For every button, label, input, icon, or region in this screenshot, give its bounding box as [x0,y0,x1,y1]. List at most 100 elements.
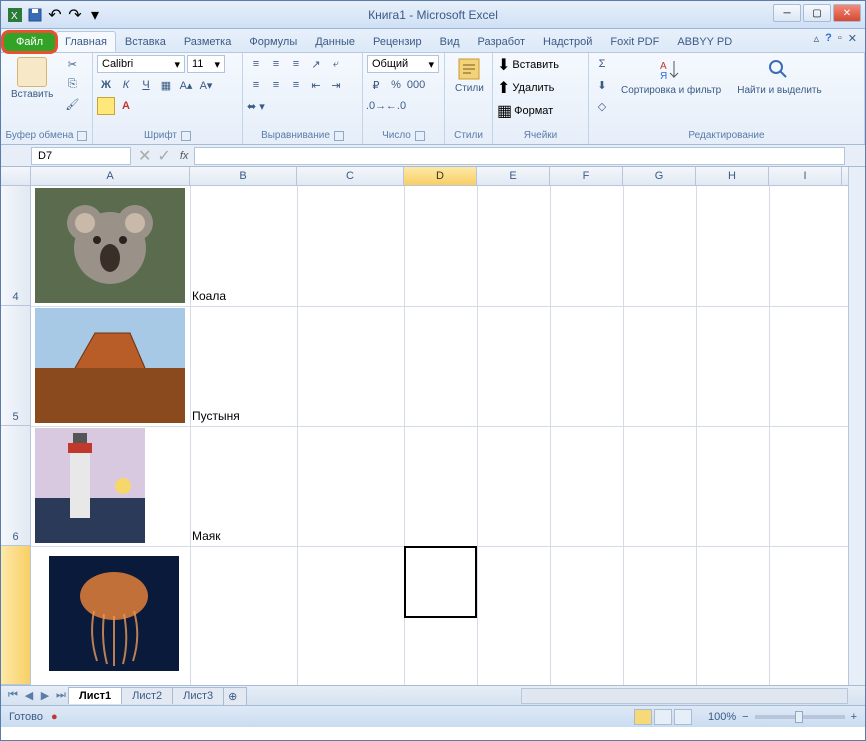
format-cells-button[interactable]: ▦Формат [497,101,553,121]
zoom-out-button[interactable]: − [742,711,748,723]
styles-button[interactable]: Стили [449,55,490,96]
cut-icon[interactable]: ✂ [63,55,81,73]
sheet-nav-last[interactable]: ⏭ [53,688,69,704]
copy-icon[interactable]: ⎘ [63,75,81,93]
align-right-icon[interactable]: ≡ [287,76,305,94]
delete-cells-button[interactable]: ⬆Удалить [497,78,554,98]
minimize-button[interactable]: ─ [773,4,801,22]
decrease-font-icon[interactable]: A▾ [197,76,215,94]
sheet-tab-3[interactable]: Лист3 [172,687,224,704]
image-jellyfish[interactable] [49,556,179,671]
align-center-icon[interactable]: ≡ [267,76,285,94]
close-workbook-icon[interactable]: ✕ [848,32,857,45]
tab-foxit[interactable]: Foxit PDF [601,31,668,52]
minimize-ribbon-icon[interactable]: ▵ [814,32,820,45]
name-box[interactable]: D7 [31,147,131,165]
paste-button[interactable]: Вставить [5,55,59,102]
fx-icon[interactable]: fx [180,150,189,162]
vertical-scrollbar[interactable] [848,167,865,685]
close-button[interactable]: ✕ [833,4,861,22]
tab-addins[interactable]: Надстрой [534,31,601,52]
redo-icon[interactable]: ↷ [67,7,83,23]
increase-indent-icon[interactable]: ⇥ [327,76,345,94]
sort-filter-button[interactable]: АЯ Сортировка и фильтр [615,55,727,98]
align-middle-icon[interactable]: ≡ [267,55,285,73]
italic-button[interactable]: К [117,76,135,94]
fill-icon[interactable]: ⬇ [593,76,611,94]
tab-formulas[interactable]: Формулы [240,31,306,52]
sheet-tab-1[interactable]: Лист1 [68,687,122,704]
enter-formula-icon[interactable]: ✓ [157,146,170,166]
cancel-formula-icon[interactable]: ✕ [138,146,151,166]
horizontal-scrollbar[interactable] [521,688,848,704]
col-header-b[interactable]: B [190,167,297,185]
underline-button[interactable]: Ч [137,76,155,94]
number-dialog-launcher[interactable] [415,131,425,141]
col-header-i[interactable]: I [769,167,842,185]
select-all-corner[interactable] [1,167,31,185]
font-color-button[interactable]: А [117,97,135,115]
font-dialog-launcher[interactable] [181,131,191,141]
maximize-button[interactable]: ▢ [803,4,831,22]
view-normal-button[interactable] [634,709,652,725]
formula-bar[interactable] [194,147,845,165]
image-koala[interactable] [35,188,185,303]
zoom-level[interactable]: 100% [708,711,736,723]
tab-home[interactable]: Главная [56,31,116,52]
tab-view[interactable]: Вид [431,31,469,52]
col-header-h[interactable]: H [696,167,769,185]
undo-icon[interactable]: ↶ [47,7,63,23]
row-header-5[interactable]: 5 [1,306,31,426]
fill-color-button[interactable] [97,97,115,115]
view-page-break-button[interactable] [674,709,692,725]
merge-cells-icon[interactable]: ⬌ ▾ [247,97,265,115]
col-header-g[interactable]: G [623,167,696,185]
tab-insert[interactable]: Вставка [116,31,175,52]
decrease-indent-icon[interactable]: ⇤ [307,76,325,94]
increase-decimal-icon[interactable]: .0→ [367,97,385,115]
col-header-e[interactable]: E [477,167,550,185]
increase-font-icon[interactable]: A▴ [177,76,195,94]
tab-review[interactable]: Рецензир [364,31,431,52]
active-cell[interactable] [404,546,477,618]
orientation-icon[interactable]: ↗ [307,55,325,73]
font-size-combo[interactable]: 11▾ [187,55,225,73]
qat-customize-icon[interactable]: ▾ [87,7,103,23]
tab-developer[interactable]: Разработ [469,31,534,52]
format-painter-icon[interactable]: 🖌 [63,95,81,113]
comma-icon[interactable]: 000 [407,76,425,94]
wrap-text-icon[interactable]: ⤶ [327,55,345,73]
clear-icon[interactable]: ◇ [593,97,611,115]
sheet-nav-next[interactable]: ▶ [37,688,53,704]
image-lighthouse[interactable] [35,428,145,543]
tab-data[interactable]: Данные [306,31,364,52]
find-select-button[interactable]: Найти и выделить [731,55,827,98]
col-header-a[interactable]: A [31,167,190,185]
tab-file[interactable]: Файл [3,32,56,52]
align-left-icon[interactable]: ≡ [247,76,265,94]
save-icon[interactable] [27,7,43,23]
alignment-dialog-launcher[interactable] [334,131,344,141]
new-sheet-button[interactable]: ⊕ [223,687,247,705]
zoom-slider[interactable] [755,715,845,719]
autosum-icon[interactable]: Σ [593,55,611,73]
insert-cells-button[interactable]: ⬇Вставить [497,55,559,75]
number-format-combo[interactable]: Общий▾ [367,55,439,73]
tab-abbyy[interactable]: ABBYY PD [668,31,741,52]
percent-icon[interactable]: % [387,76,405,94]
macro-record-icon[interactable]: ● [51,711,58,723]
col-header-f[interactable]: F [550,167,623,185]
cells-area[interactable]: Коала Пустыня Маяк [31,186,865,685]
font-name-combo[interactable]: Calibri▾ [97,55,185,73]
currency-icon[interactable]: ₽ [367,76,385,94]
sheet-nav-first[interactable]: ⏮ [5,688,21,704]
clipboard-dialog-launcher[interactable] [77,131,87,141]
row-header-7[interactable] [1,546,31,685]
col-header-c[interactable]: C [297,167,404,185]
sheet-nav-prev[interactable]: ◀ [21,688,37,704]
sheet-tab-2[interactable]: Лист2 [121,687,173,704]
image-desert[interactable] [35,308,185,423]
restore-window-icon[interactable]: ▫ [838,32,842,45]
row-header-6[interactable]: 6 [1,426,31,546]
decrease-decimal-icon[interactable]: ←.0 [387,97,405,115]
